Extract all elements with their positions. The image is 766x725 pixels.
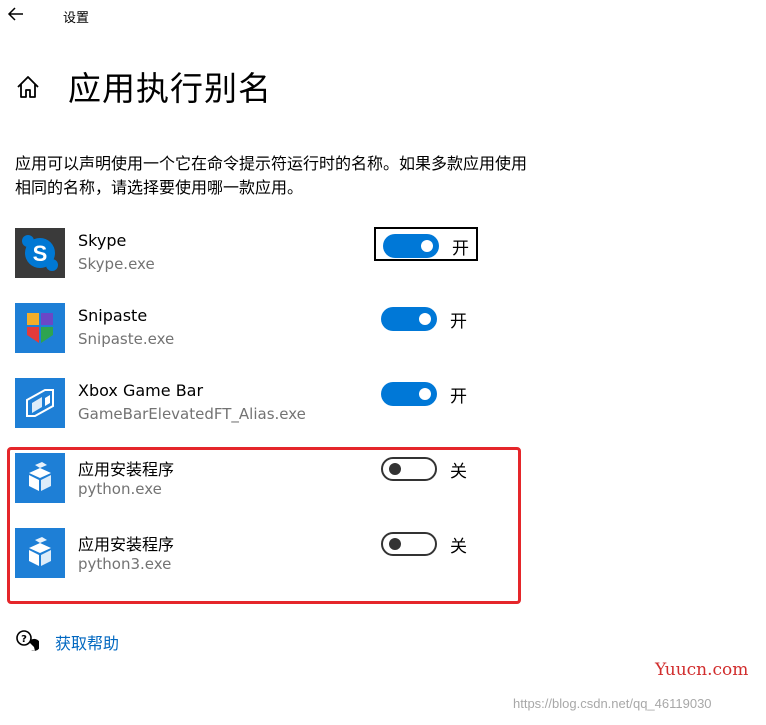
toggle-knob <box>419 313 431 325</box>
highlight-annotation-box <box>7 447 521 604</box>
app-alias-row: Xbox Game Bar GameBarElevatedFT_Alias.ex… <box>0 378 766 438</box>
alias-toggle[interactable]: 开 <box>374 227 478 261</box>
watermark-brand: Yuucn.com <box>655 660 749 680</box>
home-button[interactable] <box>14 74 42 100</box>
app-alias-row: Snipaste Snipaste.exe 开 <box>0 303 766 363</box>
svg-text:?: ? <box>21 634 27 645</box>
app-name: Skype <box>78 231 127 250</box>
skype-icon: S <box>15 228 65 278</box>
app-name: Snipaste <box>78 306 148 325</box>
toggle-knob <box>421 240 433 252</box>
home-icon <box>17 76 39 98</box>
alias-toggle[interactable]: 开 <box>374 377 478 411</box>
get-help-label: 获取帮助 <box>55 634 120 653</box>
title-bar: 设置 <box>0 0 766 32</box>
toggle-state-label: 开 <box>450 387 467 407</box>
back-button[interactable] <box>4 2 28 26</box>
back-arrow-icon <box>7 7 23 21</box>
page-description: 应用可以声明使用一个它在命令提示符运行时的名称。如果多款应用使用 相同的名称，请… <box>15 152 590 200</box>
watermark-url: https://blog.csdn.net/qq_46119030 <box>513 696 712 711</box>
svg-text:S: S <box>33 241 48 266</box>
alias-toggle[interactable]: 开 <box>374 302 478 336</box>
app-name: Xbox Game Bar <box>78 381 204 400</box>
toggle-switch[interactable] <box>381 382 437 406</box>
help-chat-icon: ? <box>16 630 39 651</box>
toggle-state-label: 开 <box>452 239 469 259</box>
toggle-switch[interactable] <box>383 234 439 258</box>
page-title: 应用执行别名 <box>68 69 272 108</box>
app-exe: Snipaste.exe <box>78 330 175 348</box>
app-exe: Skype.exe <box>78 255 155 273</box>
toggle-switch[interactable] <box>381 307 437 331</box>
description-line-1: 应用可以声明使用一个它在命令提示符运行时的名称。如果多款应用使用 <box>15 154 528 173</box>
toggle-knob <box>419 388 431 400</box>
description-line-2: 相同的名称，请选择要使用哪一款应用。 <box>15 178 304 197</box>
app-alias-row: S Skype Skype.exe 开 <box>0 227 766 288</box>
xbox-game-bar-icon <box>15 378 65 428</box>
window-title: 设置 <box>63 11 90 26</box>
app-exe: GameBarElevatedFT_Alias.exe <box>78 405 306 423</box>
toggle-state-label: 开 <box>450 312 467 332</box>
snipaste-icon <box>15 303 65 353</box>
